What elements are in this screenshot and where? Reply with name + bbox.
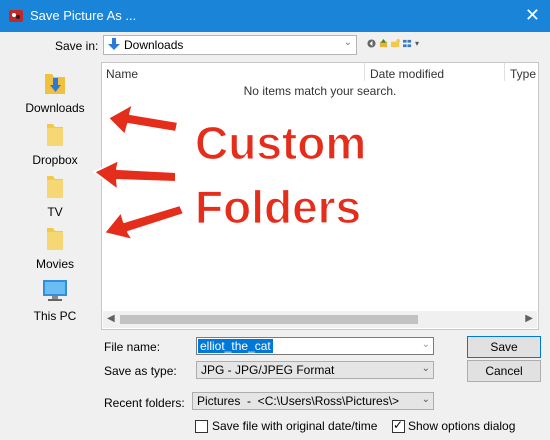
arrow-to-tv (103, 204, 185, 241)
arrow-to-dropbox (93, 159, 177, 191)
annotation-folders: Folders (194, 180, 362, 233)
annotation-custom: Custom (194, 116, 367, 169)
arrow-to-downloads (107, 103, 179, 136)
